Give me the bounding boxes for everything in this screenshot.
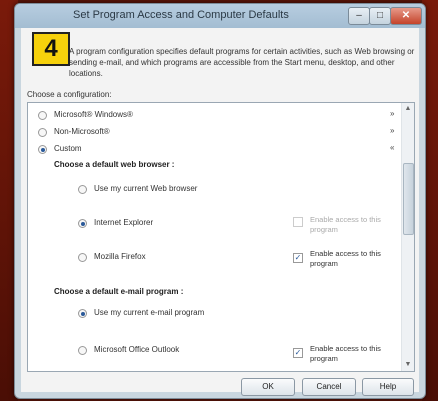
configuration-list: Microsoft® Windows® » Non-Microsoft® » C… [27,102,415,372]
browser-section-heading: Choose a default web browser : [54,160,175,169]
maximize-button[interactable]: □ [369,7,391,25]
expand-chevron-icon[interactable]: » [390,109,394,118]
email-option-current[interactable]: Use my current e-mail program [94,308,204,317]
scroll-up-icon[interactable]: ▲ [402,103,414,115]
radio-outlook[interactable] [78,346,87,355]
ie-access-checkbox[interactable] [293,217,303,227]
radio-custom[interactable] [38,145,47,154]
dialog-body: A program configuration specifies defaul… [21,28,419,396]
title-bar[interactable]: Set Program Access and Computer Defaults… [15,4,425,28]
choose-configuration-label: Choose a configuration: [27,90,112,99]
outlook-access-label: Enable access to this program [310,344,381,363]
radio-current-email[interactable] [78,309,87,318]
radio-internet-explorer[interactable] [78,219,87,228]
help-button[interactable]: Help [362,378,414,396]
collapse-chevron-icon[interactable]: « [390,143,394,152]
browser-option-ie[interactable]: Internet Explorer [94,218,153,227]
ok-button[interactable]: OK [241,378,295,396]
browser-option-current[interactable]: Use my current Web browser [94,184,197,193]
firefox-access-label: Enable access to this program [310,249,381,268]
browser-option-firefox[interactable]: Mozilla Firefox [94,252,146,261]
config-label-custom[interactable]: Custom [54,144,82,153]
config-label-non-microsoft[interactable]: Non-Microsoft® [54,127,110,136]
scroll-thumb[interactable] [403,163,414,235]
config-label-microsoft[interactable]: Microsoft® Windows® [54,110,133,119]
minimize-button[interactable]: – [348,7,370,25]
firefox-access-checkbox[interactable]: ✓ [293,253,303,263]
radio-non-microsoft[interactable] [38,128,47,137]
scroll-down-icon[interactable]: ▼ [402,359,414,371]
radio-firefox[interactable] [78,253,87,262]
dialog-window: Set Program Access and Computer Defaults… [14,3,426,399]
description-text: A program configuration specifies defaul… [69,47,415,78]
outlook-access-checkbox[interactable]: ✓ [293,348,303,358]
expand-chevron-icon[interactable]: » [390,126,394,135]
close-button[interactable]: ✕ [390,7,422,25]
step-number-badge: 4 [32,32,70,66]
cancel-button[interactable]: Cancel [302,378,356,396]
email-section-heading: Choose a default e-mail program : [54,287,184,296]
ie-access-label: Enable access to this program [310,215,381,234]
radio-microsoft-windows[interactable] [38,111,47,120]
radio-current-browser[interactable] [78,185,87,194]
email-option-outlook[interactable]: Microsoft Office Outlook [94,345,179,354]
window-title: Set Program Access and Computer Defaults [73,9,289,21]
vertical-scrollbar[interactable]: ▲ ▼ [401,103,414,371]
